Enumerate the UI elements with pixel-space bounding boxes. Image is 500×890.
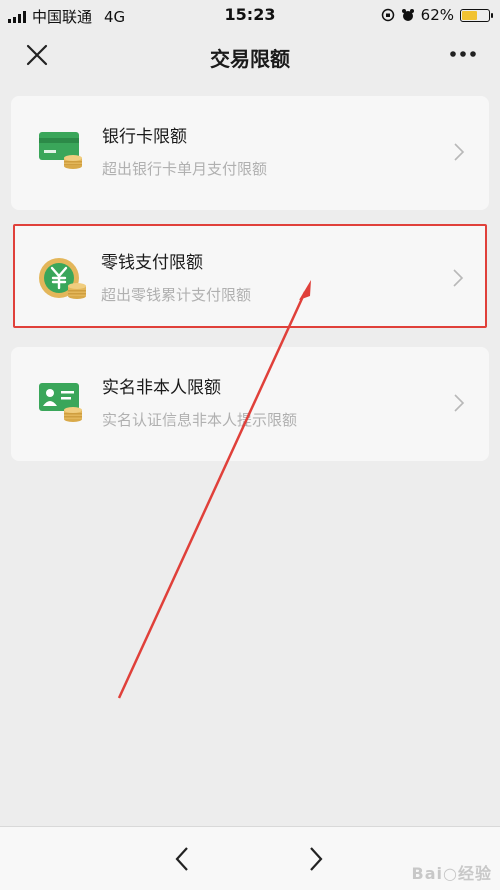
rotation-lock-icon	[381, 8, 394, 22]
limit-item-real-name[interactable]: 实名非本人限额 实名认证信息非本人提示限额	[11, 347, 489, 461]
more-icon[interactable]	[448, 44, 478, 64]
bank-card-icon	[39, 132, 82, 169]
back-arrow-icon[interactable]	[171, 845, 193, 873]
chevron-right-icon	[454, 394, 465, 412]
limit-item-desc: 实名认证信息非本人提示限额	[102, 411, 298, 429]
chevron-right-icon	[454, 143, 465, 161]
alarm-icon	[401, 9, 414, 21]
nav-bar: 交易限额	[0, 30, 500, 82]
id-card-icon	[39, 383, 82, 422]
yuan-coin-icon	[39, 258, 86, 299]
limit-item-bank-card[interactable]: 银行卡限额 超出银行卡单月支付限额	[11, 96, 489, 210]
limit-item-title: 银行卡限额	[102, 127, 187, 147]
status-right: 62%	[381, 6, 493, 24]
chevron-right-icon	[453, 269, 464, 287]
battery-percent: 62%	[420, 6, 454, 24]
limit-item-title: 零钱支付限额	[101, 253, 203, 273]
forward-arrow-icon[interactable]	[305, 845, 327, 873]
status-bar: 中国联通 4G 15:23 62%	[0, 0, 500, 30]
limit-item-desc: 超出银行卡单月支付限额	[102, 160, 268, 178]
bottom-toolbar: Bai○经验	[0, 826, 500, 890]
limit-item-title: 实名非本人限额	[102, 378, 221, 398]
watermark: Bai○经验	[411, 864, 492, 883]
limit-item-desc: 超出零钱累计支付限额	[101, 286, 252, 304]
battery-icon	[460, 8, 493, 22]
page-title: 交易限额	[210, 47, 290, 71]
limit-item-change[interactable]: 零钱支付限额 超出零钱累计支付限额	[13, 224, 487, 328]
